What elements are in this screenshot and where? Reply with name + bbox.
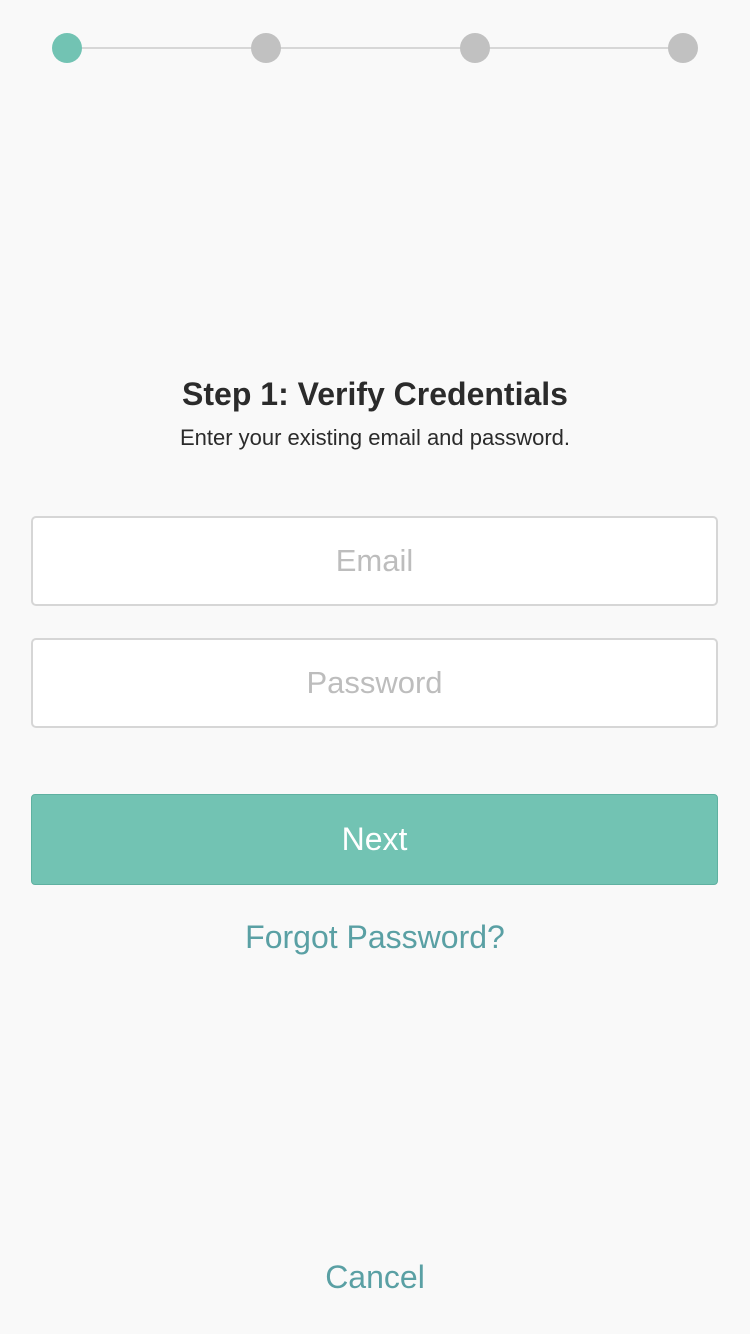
progress-stepper	[52, 33, 698, 63]
step-indicator-3	[460, 33, 490, 63]
email-input[interactable]	[31, 516, 718, 606]
cancel-link[interactable]: Cancel	[0, 1257, 750, 1297]
password-input[interactable]	[31, 638, 718, 728]
step-indicator-4	[668, 33, 698, 63]
page-title: Step 1: Verify Credentials	[182, 376, 568, 412]
next-button[interactable]: Next	[31, 794, 718, 885]
page-subtitle: Enter your existing email and password.	[179, 425, 571, 450]
step-indicator-2	[251, 33, 281, 63]
step-indicator-1	[52, 33, 82, 63]
stepper-track	[67, 47, 683, 49]
forgot-password-link[interactable]: Forgot Password?	[0, 917, 750, 957]
